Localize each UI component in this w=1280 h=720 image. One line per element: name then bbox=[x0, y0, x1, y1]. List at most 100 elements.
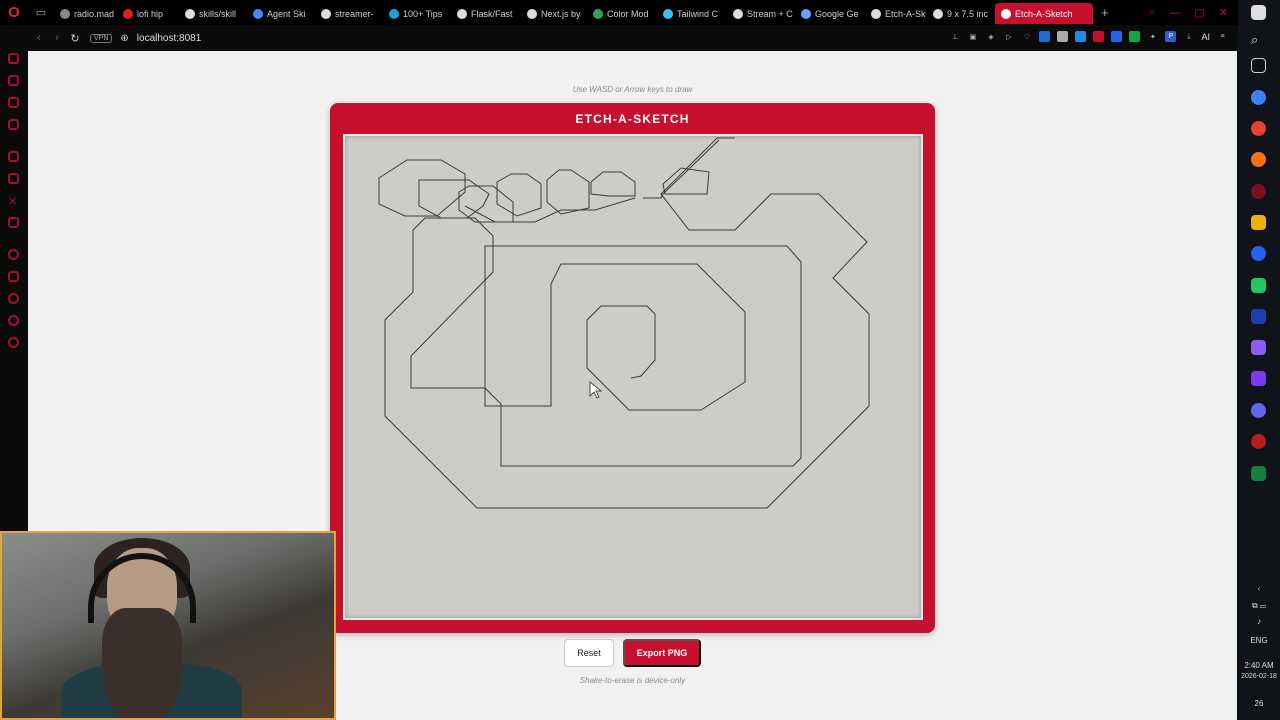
drawing-svg bbox=[378, 137, 870, 509]
puzzle-icon[interactable]: ✦ bbox=[1147, 31, 1158, 42]
drawn-line bbox=[590, 171, 636, 197]
shield-icon[interactable]: ◈ bbox=[985, 31, 996, 42]
play-icon[interactable]: ▷ bbox=[1003, 31, 1014, 42]
maximize-icon[interactable]: ▢ bbox=[1194, 6, 1204, 19]
download-icon[interactable]: ⤓ bbox=[1183, 31, 1194, 42]
reset-button[interactable]: Reset bbox=[564, 639, 614, 667]
opera-icon[interactable] bbox=[1251, 184, 1266, 199]
new-tab-button[interactable]: + bbox=[1093, 5, 1117, 20]
sidebar-app-icon[interactable] bbox=[8, 173, 19, 184]
brush-icon bbox=[871, 8, 881, 19]
url-field[interactable]: localhost:8081 bbox=[137, 33, 202, 44]
extension-blue-icon[interactable] bbox=[1039, 31, 1051, 42]
site-info-icon[interactable]: ⊕ bbox=[120, 33, 128, 44]
extension-dark-blue-icon[interactable] bbox=[1111, 31, 1123, 42]
profile-icon[interactable]: P bbox=[1165, 31, 1177, 42]
language-indicator[interactable]: ENG bbox=[1238, 636, 1280, 645]
sidebar-app-icon[interactable] bbox=[8, 75, 19, 86]
browser-tab[interactable]: Next.js by bbox=[521, 3, 587, 24]
extensions-row: ⊥ ▣ ◈ ▷ ♡ ✦ P ⤓ AI ≡ bbox=[949, 31, 1228, 42]
forward-icon[interactable]: › bbox=[48, 32, 66, 44]
pin-icon[interactable]: ⊥ bbox=[949, 31, 960, 42]
tab-label: Stream + C bbox=[747, 8, 793, 19]
browser-tab[interactable]: Etch-A-Sk bbox=[865, 3, 927, 24]
sidebar-app-icon[interactable] bbox=[8, 97, 19, 108]
x-icon[interactable]: ✕ bbox=[8, 195, 19, 208]
maps-icon[interactable] bbox=[1251, 246, 1266, 261]
gemini-icon bbox=[801, 8, 811, 19]
discord-icon[interactable] bbox=[1251, 403, 1266, 418]
terminal-icon[interactable] bbox=[1251, 466, 1266, 481]
obsidian-icon[interactable] bbox=[1251, 340, 1266, 355]
notification-badge[interactable]: 26 bbox=[1238, 699, 1280, 708]
snapshot-icon[interactable]: ▣ bbox=[967, 31, 978, 42]
obs-icon[interactable] bbox=[1251, 434, 1266, 449]
heart-icon[interactable]: ♡ bbox=[1021, 31, 1032, 42]
sidebar-app-icon[interactable] bbox=[8, 315, 19, 326]
browser-tab[interactable]: Google Ge bbox=[795, 3, 865, 24]
reload-icon[interactable]: ↻ bbox=[66, 32, 84, 45]
extension-grey-icon[interactable] bbox=[1057, 31, 1069, 42]
windows-taskbar: ⌕ ‹ ⧉ ▭ ♪ ENG 2:40 AM 2026-02-18 26 bbox=[1238, 0, 1280, 720]
workspaces-icon[interactable]: ▭ bbox=[28, 6, 54, 19]
ai-button[interactable]: AI bbox=[1201, 32, 1210, 42]
volume-icon[interactable]: ♪ bbox=[1238, 617, 1280, 626]
obsidian-alt-icon[interactable] bbox=[1251, 371, 1266, 386]
sidebar-app-icon[interactable] bbox=[8, 271, 19, 282]
browser-tab[interactable]: radio.mad bbox=[54, 3, 117, 24]
webcam-overlay bbox=[0, 531, 336, 720]
export-png-button[interactable]: Export PNG bbox=[623, 639, 701, 667]
tray-icons[interactable]: ⧉ ▭ bbox=[1238, 601, 1280, 611]
vpn-badge[interactable]: VPN bbox=[90, 33, 113, 43]
extension-green-icon[interactable] bbox=[1129, 31, 1141, 42]
minimize-icon[interactable]: — bbox=[1169, 7, 1180, 19]
file-explorer-icon[interactable] bbox=[1251, 215, 1266, 230]
menu-icon[interactable]: ≡ bbox=[1217, 31, 1228, 42]
app-a-icon[interactable] bbox=[1251, 309, 1266, 324]
address-bar: ‹ › ↻ VPN ⊕ localhost:8081 ⊥ ▣ ◈ ▷ ♡ ✦ P… bbox=[0, 25, 1238, 51]
sidebar-app-icon[interactable] bbox=[8, 337, 19, 348]
sidebar-app-icon[interactable] bbox=[8, 217, 19, 228]
back-icon[interactable]: ‹ bbox=[30, 32, 48, 44]
search-icon[interactable]: ⌕ bbox=[1251, 32, 1266, 47]
browser-tab[interactable]: 100+ Tips bbox=[383, 3, 451, 24]
firefox-icon[interactable] bbox=[1251, 152, 1266, 167]
browser-tab[interactable]: skills/skill bbox=[179, 3, 247, 24]
page-title: ETCH-A-SKETCH bbox=[575, 112, 690, 126]
browser-tab[interactable]: Flask/Fast bbox=[451, 3, 521, 24]
tab-label: Color Mod bbox=[607, 8, 649, 19]
opera-logo-icon[interactable]: O bbox=[0, 0, 28, 25]
colorwheel-icon bbox=[593, 8, 603, 19]
browser-tab[interactable]: Tailwind C bbox=[657, 3, 727, 24]
tab-label: Etch-A-Sk bbox=[885, 8, 926, 19]
chrome-icon[interactable] bbox=[1251, 121, 1266, 136]
clock-date[interactable]: 2026-02-18 bbox=[1238, 673, 1280, 680]
tab-label: Google Ge bbox=[815, 8, 859, 19]
sidebar-app-icon[interactable] bbox=[8, 119, 19, 130]
windows-start-icon[interactable] bbox=[1251, 5, 1266, 20]
spreadsheet-icon[interactable] bbox=[1251, 278, 1266, 293]
task-view-icon[interactable] bbox=[1251, 58, 1266, 73]
copilot-icon[interactable] bbox=[1251, 90, 1266, 105]
ublock-icon[interactable] bbox=[1093, 31, 1105, 42]
sidebar-app-icon[interactable] bbox=[8, 293, 19, 304]
sidebar-app-icon[interactable] bbox=[8, 151, 19, 162]
browser-tab[interactable]: Agent Ski bbox=[247, 3, 315, 24]
tab-label: radio.mad bbox=[74, 8, 115, 19]
drawing-canvas[interactable] bbox=[343, 134, 923, 620]
browser-tab[interactable]: Stream + C bbox=[727, 3, 795, 24]
page-icon bbox=[733, 8, 743, 19]
browser-tab[interactable]: Etch-A-Sketch bbox=[995, 3, 1093, 24]
sidebar-app-icon[interactable] bbox=[8, 53, 19, 64]
chevron-left-icon[interactable]: ‹ bbox=[1238, 584, 1280, 593]
extension-cyan-icon[interactable] bbox=[1075, 31, 1087, 42]
clock-time[interactable]: 2:40 AM bbox=[1238, 661, 1280, 670]
search-tabs-icon[interactable]: ⌕ bbox=[1149, 6, 1155, 19]
browser-tab[interactable]: lofi hip bbox=[117, 3, 179, 24]
browser-tab[interactable]: Color Mod bbox=[587, 3, 657, 24]
browser-tab[interactable]: 9 x 7.5 inc bbox=[927, 3, 995, 24]
close-icon[interactable]: ✕ bbox=[1219, 6, 1228, 19]
sidebar-app-icon[interactable] bbox=[8, 249, 19, 260]
tab-label: 9 x 7.5 inc bbox=[947, 8, 989, 19]
browser-tab[interactable]: streamer- bbox=[315, 3, 383, 24]
